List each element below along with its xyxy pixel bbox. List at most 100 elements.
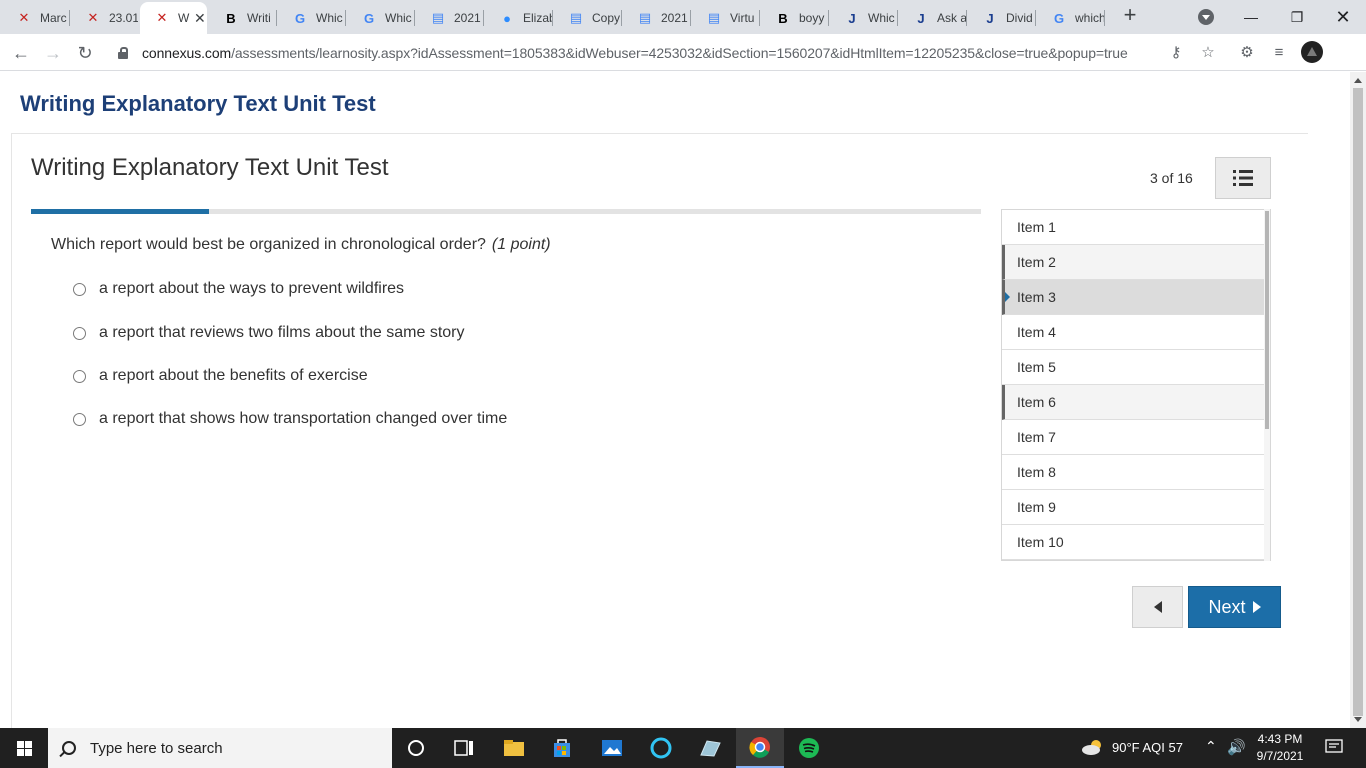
answer-option-label[interactable]: a report about the ways to prevent wildf…: [99, 280, 404, 298]
alexa-icon[interactable]: [637, 728, 685, 768]
taskbar: Type here to search 90°F AQI 57 ⌃ 🔊 4:43…: [0, 728, 1366, 768]
page-header: Writing Explanatory Text Unit Test: [20, 91, 376, 116]
browser-tab[interactable]: G Whic: [278, 4, 345, 32]
browser-tab[interactable]: Gwhich: [1037, 4, 1104, 32]
tab-separator: [828, 10, 829, 26]
item-list-scrollbar-thumb[interactable]: [1265, 211, 1269, 429]
url-text[interactable]: connexus.com/assessments/learnosity.aspx…: [142, 45, 1128, 61]
tab-title: Elizab: [523, 11, 552, 25]
chrome-icon[interactable]: [736, 728, 784, 768]
item-list-entry[interactable]: Item 6: [1002, 385, 1266, 420]
task-view-icon[interactable]: [440, 728, 488, 768]
google-icon: G: [294, 10, 306, 26]
scroll-up-arrow-icon[interactable]: [1354, 78, 1362, 83]
start-button[interactable]: [0, 728, 48, 768]
tab-search-icon[interactable]: [1198, 9, 1214, 25]
brainly-icon: B: [778, 10, 788, 26]
browser-tab[interactable]: ▤ 2021: [416, 4, 483, 32]
radio-button[interactable]: [73, 412, 86, 426]
tab-separator: [897, 10, 898, 26]
browser-tab[interactable]: B Writi: [209, 4, 276, 32]
address-bar[interactable]: connexus.com/assessments/learnosity.aspx…: [110, 38, 1230, 68]
answer-option-1[interactable]: a report about the ways to prevent wildf…: [73, 280, 404, 298]
page-scrollbar[interactable]: [1350, 72, 1366, 728]
photos-icon[interactable]: [588, 728, 636, 768]
item-list-entry[interactable]: Item 4: [1002, 315, 1266, 350]
browser-tab[interactable]: J Whic: [830, 4, 897, 32]
next-button[interactable]: Next: [1188, 586, 1281, 628]
answer-option-3[interactable]: a report about the benefits of exercise: [73, 367, 368, 385]
tab-close-icon[interactable]: ✕: [194, 10, 206, 27]
answer-option-2[interactable]: a report that reviews two films about th…: [73, 324, 464, 342]
tab-title: Whic: [316, 11, 343, 25]
tab-separator: [621, 10, 622, 26]
item-list-scrollbar[interactable]: [1264, 209, 1270, 561]
file-explorer-icon[interactable]: [490, 728, 538, 768]
browser-tab[interactable]: ▤ Virtu: [692, 4, 759, 32]
item-menu-button[interactable]: [1215, 157, 1271, 199]
radio-button[interactable]: [73, 326, 86, 340]
bookmark-star-icon[interactable]: ☆: [1198, 43, 1218, 63]
spotify-icon[interactable]: [785, 728, 833, 768]
taskbar-search-placeholder[interactable]: Type here to search: [90, 740, 223, 757]
minimize-button[interactable]: —: [1228, 0, 1274, 34]
browser-tab[interactable]: ▤ Copy: [554, 4, 621, 32]
browser-tab[interactable]: ✕ W ✕: [140, 2, 207, 34]
tab-separator: [552, 10, 553, 26]
tab-strip: ✕ Marc ✕ 23.01 ✕ W ✕ B Writi G Whic G Whic ▤ 2021 ● Eliz…: [0, 0, 1366, 34]
item-list-entry[interactable]: Item 1: [1002, 210, 1266, 245]
answer-option-4[interactable]: a report that shows how transportation c…: [73, 410, 507, 428]
answer-option-label[interactable]: a report that shows how transportation c…: [99, 410, 507, 428]
browser-tab[interactable]: J Ask a: [899, 4, 966, 32]
maps-app-icon[interactable]: [686, 728, 734, 768]
item-list-entry[interactable]: Item 8: [1002, 455, 1266, 490]
new-tab-button[interactable]: +: [1118, 4, 1142, 28]
lock-icon[interactable]: [118, 47, 128, 59]
answer-option-label[interactable]: a report about the benefits of exercise: [99, 367, 368, 385]
page-scrollbar-thumb[interactable]: [1353, 88, 1363, 716]
browser-tab[interactable]: ● Elizab: [485, 4, 552, 32]
profile-avatar[interactable]: [1301, 41, 1323, 63]
reading-list-icon[interactable]: ≡: [1269, 43, 1289, 63]
item-list-entry[interactable]: Item 7: [1002, 420, 1266, 455]
answer-option-label[interactable]: a report that reviews two films about th…: [99, 324, 464, 342]
browser-tab[interactable]: Bboyy: [761, 4, 828, 32]
clock-time: 4:43 PM: [1257, 732, 1303, 746]
taskbar-search[interactable]: Type here to search: [48, 728, 392, 768]
item-list-entry[interactable]: Item 9: [1002, 490, 1266, 525]
back-button[interactable]: ←: [10, 42, 32, 64]
item-list-entry[interactable]: Item 3: [1002, 280, 1266, 315]
tab-title: W: [178, 11, 190, 25]
browser-tab[interactable]: G Whic: [347, 4, 414, 32]
browser-tab[interactable]: ✕ 23.01: [71, 4, 138, 32]
scroll-down-arrow-icon[interactable]: [1354, 717, 1362, 722]
clock[interactable]: 4:43 PM 9/7/2021: [1250, 731, 1310, 765]
volume-icon[interactable]: 🔊: [1227, 738, 1246, 756]
extensions-icon[interactable]: ⚙: [1237, 43, 1257, 63]
item-list-entry[interactable]: Item 10: [1002, 525, 1266, 560]
microsoft-store-icon[interactable]: [538, 728, 586, 768]
browser-tab[interactable]: ▤ 2021: [623, 4, 690, 32]
weather-text[interactable]: 90°F AQI 57: [1112, 740, 1183, 755]
cortana-icon[interactable]: [392, 728, 440, 768]
chevron-up-icon[interactable]: ⌃: [1205, 738, 1217, 755]
previous-button[interactable]: [1132, 586, 1183, 628]
jiskha-icon: J: [848, 10, 856, 26]
item-list-entry[interactable]: Item 2: [1002, 245, 1266, 280]
forward-button[interactable]: →: [42, 42, 64, 64]
item-list-entry[interactable]: Item 5: [1002, 350, 1266, 385]
radio-button[interactable]: [73, 282, 86, 296]
window-close-button[interactable]: ✕: [1320, 0, 1366, 34]
tab-title: Virtu: [730, 11, 755, 25]
radio-button[interactable]: [73, 369, 86, 383]
key-icon[interactable]: ⚷: [1166, 43, 1186, 63]
weather-icon[interactable]: [1081, 738, 1105, 761]
notifications-icon[interactable]: [1325, 738, 1343, 759]
next-button-label[interactable]: Next: [1208, 597, 1245, 618]
maximize-button[interactable]: ❐: [1274, 0, 1320, 34]
tab-title: Divid: [1006, 11, 1033, 25]
browser-tab[interactable]: J Divid: [968, 4, 1035, 32]
connexus-icon: ✕: [156, 10, 168, 25]
reload-button[interactable]: ↻: [74, 42, 96, 64]
browser-tab[interactable]: ✕ Marc: [2, 4, 69, 32]
